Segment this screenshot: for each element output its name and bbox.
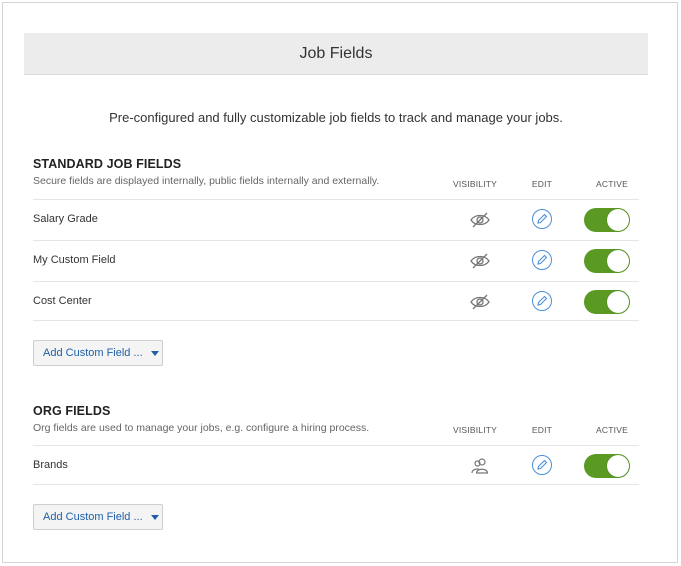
standard-fields-section: STANDARD JOB FIELDS Secure fields are di… [33,157,639,367]
visibility-column-header: VISIBILITY [453,179,498,189]
toggle-knob [607,250,629,272]
edit-column-header: EDIT [531,179,553,189]
active-toggle[interactable] [584,290,630,314]
edit-button[interactable] [532,250,552,270]
edit-button[interactable] [532,291,552,311]
field-row-cost-center: Cost Center [33,281,639,321]
field-label: My Custom Field [33,254,116,266]
pencil-icon [537,254,548,265]
active-toggle[interactable] [584,208,630,232]
add-custom-field-label: Add Custom Field ... [43,511,143,523]
field-row-my-custom-field: My Custom Field [33,240,639,280]
field-label: Brands [33,459,68,471]
add-custom-field-label: Add Custom Field ... [43,347,143,359]
pencil-icon [537,295,548,306]
active-column-header: ACTIVE [596,179,628,189]
edit-button[interactable] [532,209,552,229]
eye-slash-icon[interactable] [469,293,491,311]
caret-down-icon [150,350,159,356]
eye-slash-icon[interactable] [469,252,491,270]
add-custom-field-button[interactable]: Add Custom Field ... [33,504,163,530]
users-icon[interactable] [469,457,491,475]
pencil-icon [537,459,548,470]
toggle-knob [607,455,629,477]
eye-slash-icon[interactable] [469,211,491,229]
section-title: ORG FIELDS [33,404,111,418]
toggle-knob [607,291,629,313]
org-fields-section: ORG FIELDS Org fields are used to manage… [33,404,639,534]
active-toggle[interactable] [584,249,630,273]
toggle-knob [607,209,629,231]
edit-column-header: EDIT [531,425,553,435]
visibility-column-header: VISIBILITY [453,425,498,435]
field-label: Cost Center [33,295,92,307]
field-row-salary-grade: Salary Grade [33,199,639,239]
active-column-header: ACTIVE [596,425,628,435]
caret-down-icon [150,514,159,520]
active-toggle[interactable] [584,454,630,478]
pencil-icon [537,213,548,224]
add-custom-field-button[interactable]: Add Custom Field ... [33,340,163,366]
edit-button[interactable] [532,455,552,475]
intro-text: Pre-configured and fully customizable jo… [109,110,563,125]
field-row-brands: Brands [33,445,639,485]
page-title: Job Fields [299,44,373,62]
page-header: Job Fields [24,33,648,75]
field-label: Salary Grade [33,213,98,225]
section-title: STANDARD JOB FIELDS [33,157,182,171]
